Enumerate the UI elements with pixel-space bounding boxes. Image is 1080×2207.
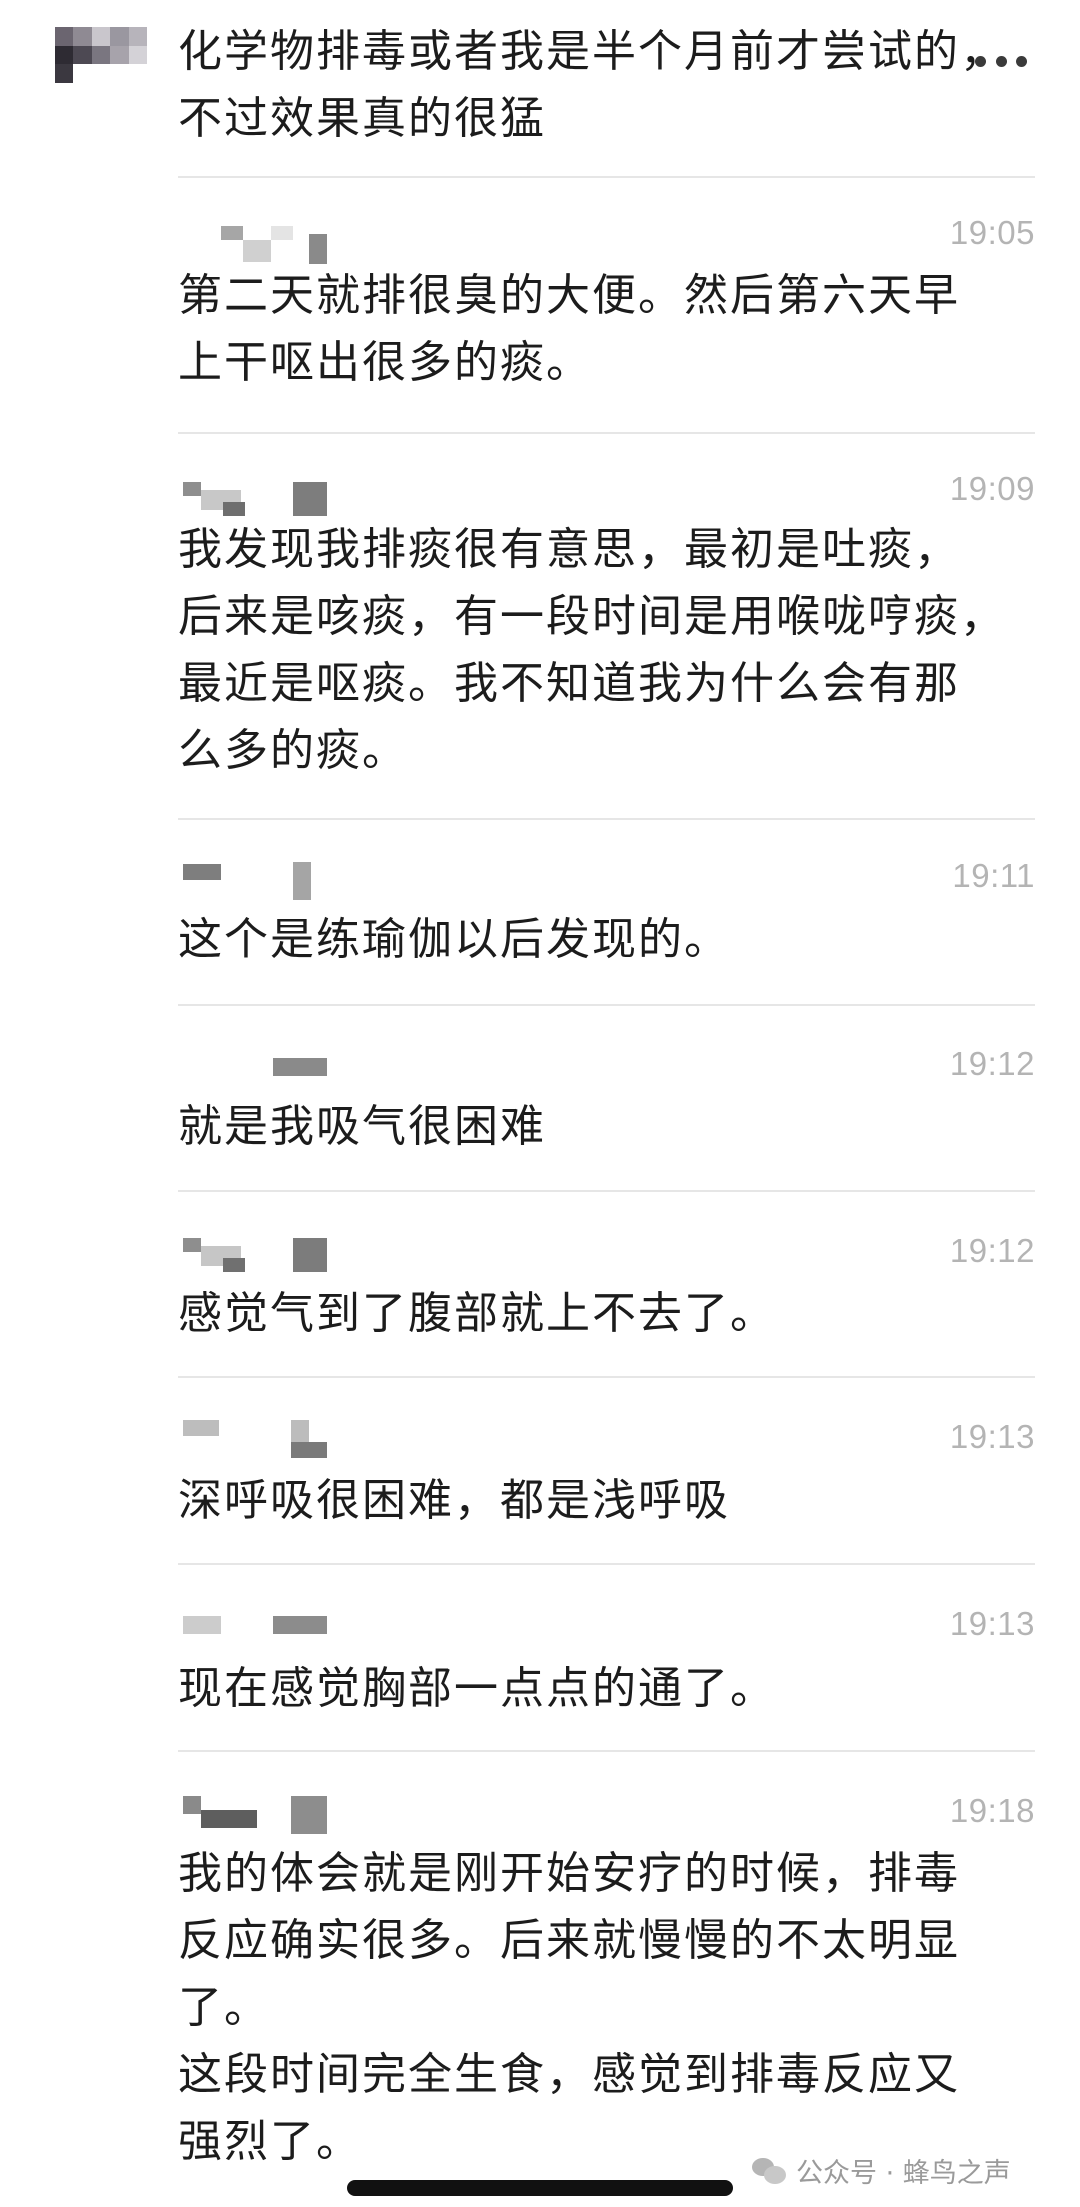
message-timestamp: 19:09 (949, 470, 1035, 507)
message-text: 感觉气到了腹部就上不去了。 (178, 1288, 776, 1339)
divider (178, 1750, 1035, 1752)
sender-name-redacted (183, 1420, 333, 1458)
sender-name-redacted (183, 226, 333, 264)
sender-name-redacted (183, 1616, 333, 1654)
wechat-icon (752, 2156, 786, 2184)
message-text: 就是我吸气很困难 (178, 1101, 546, 1152)
message-timestamp: 19:13 (949, 1605, 1035, 1642)
message-timestamp: 19:12 (949, 1045, 1035, 1082)
message-text: 深呼吸很困难，都是浅呼吸 (178, 1475, 730, 1526)
divider (178, 432, 1035, 434)
chat-page: 化学物排毒或者我是半个月前才尝试的， 不过效果真的很猛 19:05 第二天就排很… (0, 0, 1080, 2207)
message-text: 第二天就排很臭的大便。然后第六天早 上干呕出很多的痰。 (178, 270, 960, 388)
divider (178, 176, 1035, 178)
sender-name-redacted (183, 480, 333, 518)
divider (178, 1190, 1035, 1192)
more-dots-icon[interactable] (975, 52, 1027, 70)
sender-name-redacted (183, 1236, 333, 1274)
message-timestamp: 19:05 (949, 214, 1035, 251)
message-timestamp: 19:12 (949, 1232, 1035, 1269)
avatar[interactable] (55, 27, 147, 83)
message-text: 我发现我排痰很有意思，最初是吐痰， 后来是咳痰，有一段时间是用喉咙哼痰， 最近是… (178, 524, 1006, 776)
message-text: 现在感觉胸部一点点的通了。 (178, 1663, 776, 1714)
watermark: 公众号 · 蜂鸟之声 (752, 2150, 1011, 2190)
home-indicator[interactable] (347, 2180, 733, 2196)
sender-name-redacted (183, 1058, 333, 1096)
divider (178, 1004, 1035, 1006)
divider (178, 1563, 1035, 1565)
message-timestamp: 19:11 (952, 857, 1035, 894)
message-timestamp: 19:18 (949, 1792, 1035, 1829)
sender-name-redacted (183, 1796, 333, 1834)
message-text: 化学物排毒或者我是半个月前才尝试的， 不过效果真的很猛 (178, 26, 1006, 144)
divider (178, 818, 1035, 820)
message-timestamp: 19:13 (949, 1418, 1035, 1455)
sender-name-redacted (183, 862, 333, 900)
watermark-text: 公众号 · 蜂鸟之声 (796, 2157, 1011, 2189)
message-text: 这个是练瑜伽以后发现的。 (178, 914, 730, 965)
message-text: 我的体会就是刚开始安疗的时候，排毒 反应确实很多。后来就慢慢的不太明显 了。 这… (178, 1848, 960, 2167)
divider (178, 1376, 1035, 1378)
